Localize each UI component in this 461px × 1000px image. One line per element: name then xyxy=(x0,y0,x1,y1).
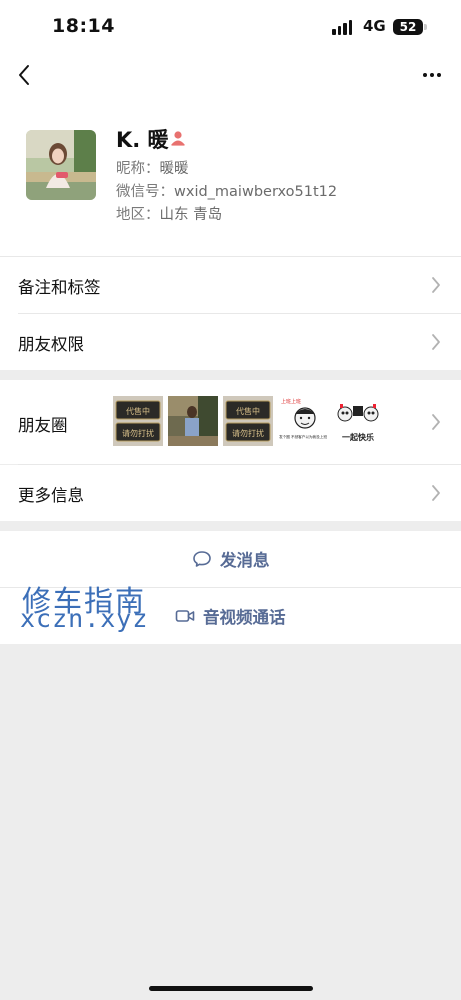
avatar-photo xyxy=(26,130,96,200)
moment-thumbnail-plaque: 代售中 请勿打扰 xyxy=(223,396,273,446)
back-button[interactable] xyxy=(12,60,38,90)
network-type: 4G xyxy=(363,17,386,35)
battery-icon: 52 xyxy=(393,19,423,35)
plaque-top-text: 代售中 xyxy=(236,406,260,416)
friend-permissions-label: 朋友权限 xyxy=(18,335,84,354)
plaque-top-text: 代售中 xyxy=(126,406,150,416)
battery-tip xyxy=(424,24,427,30)
more-info-label: 更多信息 xyxy=(18,486,84,505)
nickname-line: 昵称：暖暖 xyxy=(116,157,189,178)
moment-thumbnail-panda: 一起快乐 xyxy=(333,396,383,446)
remarks-tags-row[interactable]: 备注和标签 xyxy=(0,257,461,313)
more-options-button[interactable] xyxy=(418,62,446,88)
watermark-url: xczn.xyz xyxy=(20,604,149,633)
chevron-right-icon xyxy=(432,414,440,430)
wechat-id-value: wxid_maiwberxo51t12 xyxy=(174,184,338,200)
moment-thumbnail-plaque: 代售中 请勿打扰 xyxy=(113,396,163,446)
nickname-label: 昵称： xyxy=(116,161,160,177)
section-gap xyxy=(0,370,461,380)
nickname-value: 暖暖 xyxy=(159,161,189,177)
moment-thumbnail-photo xyxy=(168,396,218,446)
video-call-label: 音视频通话 xyxy=(203,608,286,627)
plaque-bottom-text: 请勿打扰 xyxy=(232,428,264,438)
panda-caption: 一起快乐 xyxy=(342,432,374,442)
plaque-bottom-text: 请勿打扰 xyxy=(122,428,154,438)
female-gender-icon xyxy=(171,131,185,146)
chevron-right-icon xyxy=(432,277,440,293)
chat-bubble-icon xyxy=(193,551,211,567)
moments-thumbnails[interactable]: 代售中 请勿打扰 代售中 请勿打扰 上班上班 发个圈 不然客户以为我没上班 一起… xyxy=(113,396,383,446)
more-dot-icon xyxy=(437,73,441,77)
meme-bottom-text: 发个圈 不然客户以为我没上班 xyxy=(279,434,327,439)
contact-name: K. 暖 xyxy=(116,128,169,152)
more-dot-icon xyxy=(423,73,427,77)
region-value: 山东 青岛 xyxy=(159,207,223,223)
home-indicator[interactable] xyxy=(149,986,313,991)
moments-label: 朋友圈 xyxy=(18,416,68,435)
avatar[interactable] xyxy=(26,130,96,200)
chevron-right-icon xyxy=(432,485,440,501)
section-gap xyxy=(0,521,461,531)
wechat-id-label: 微信号： xyxy=(116,184,174,200)
region-label: 地区： xyxy=(116,207,160,223)
moment-thumbnail-meme: 上班上班 发个圈 不然客户以为我没上班 xyxy=(278,396,328,446)
signal-icon xyxy=(332,19,352,35)
wechat-id-line[interactable]: 微信号：wxid_maiwberxo51t12 xyxy=(116,180,337,201)
status-time: 18:14 xyxy=(52,15,115,37)
chevron-right-icon xyxy=(432,334,440,350)
send-message-label: 发消息 xyxy=(220,551,270,570)
status-bar: 18:14 4G 52 xyxy=(0,0,461,54)
remarks-tags-label: 备注和标签 xyxy=(18,278,101,297)
chevron-left-icon xyxy=(19,65,29,85)
video-camera-icon xyxy=(175,610,195,622)
region-line: 地区：山东 青岛 xyxy=(116,203,222,224)
more-info-row[interactable]: 更多信息 xyxy=(0,465,461,521)
more-dot-icon xyxy=(430,73,434,77)
friend-permissions-row[interactable]: 朋友权限 xyxy=(0,314,461,370)
meme-top-text: 上班上班 xyxy=(281,398,301,405)
